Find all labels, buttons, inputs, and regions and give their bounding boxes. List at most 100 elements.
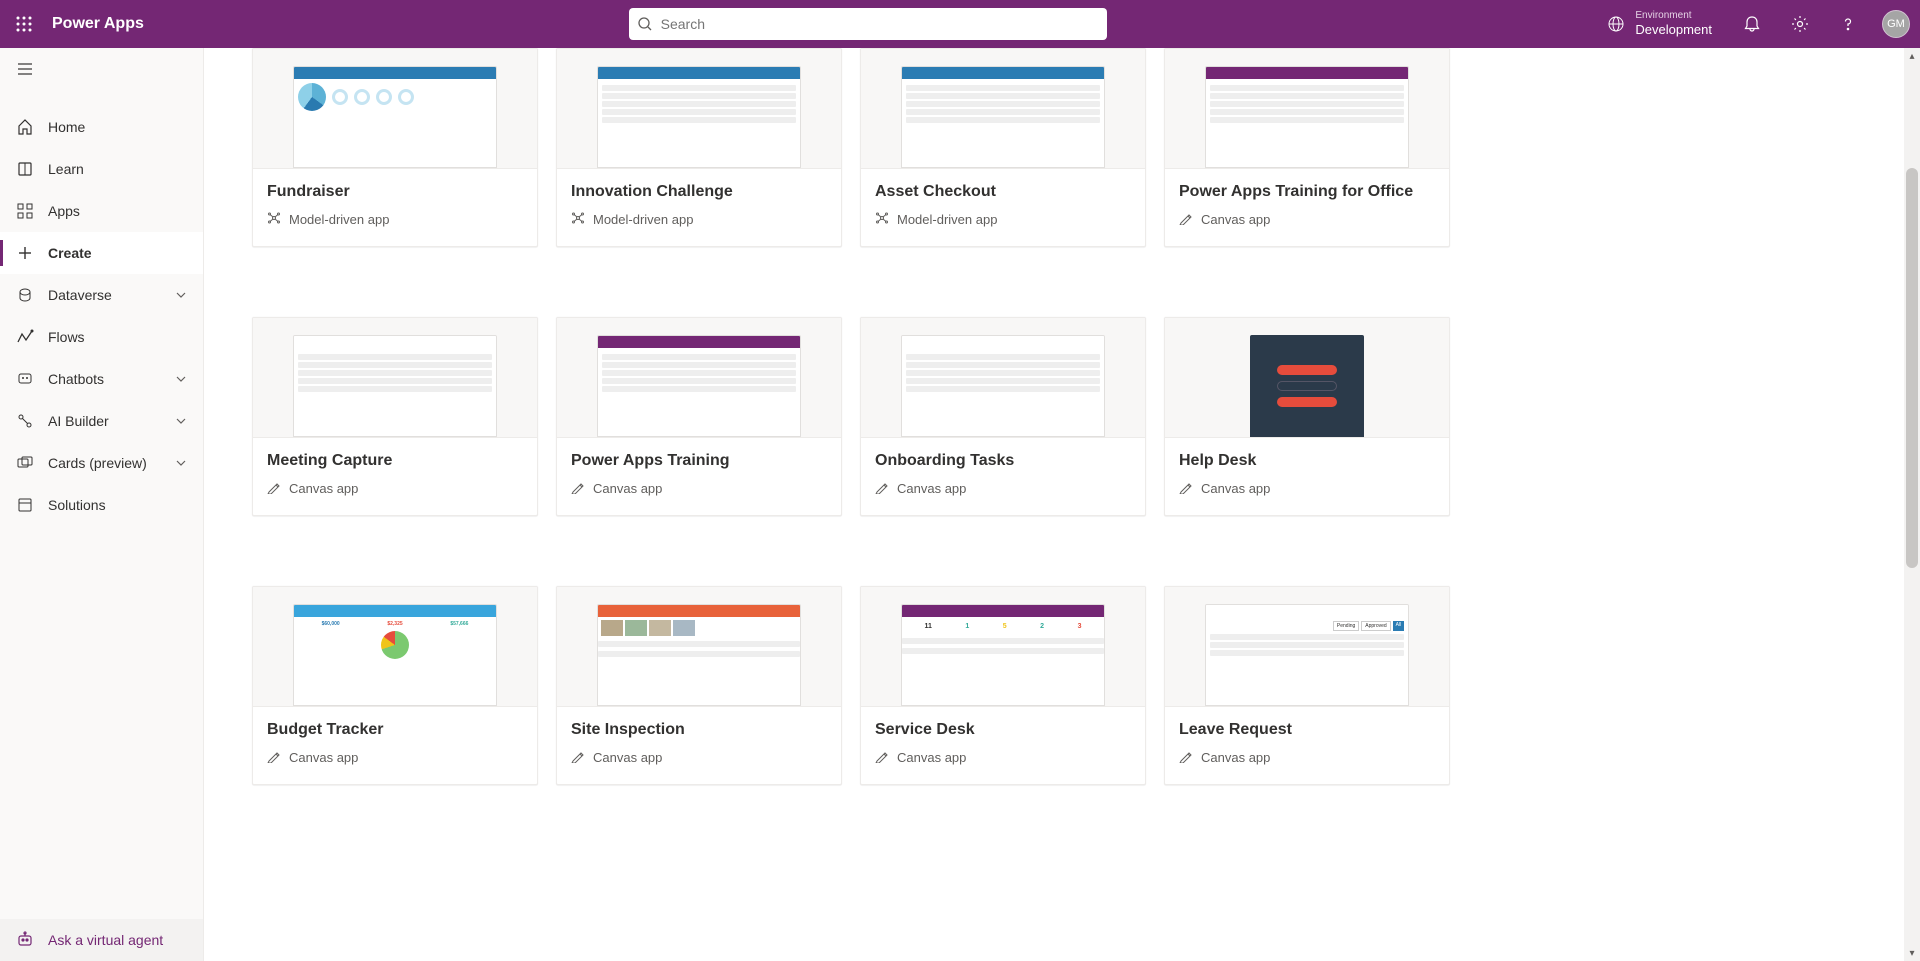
template-thumbnail (861, 318, 1145, 438)
template-card[interactable]: Meeting CaptureCanvas app (252, 317, 538, 516)
chatbot-icon (16, 370, 34, 388)
ask-agent-label: Ask a virtual agent (48, 932, 163, 948)
template-type: Canvas app (571, 749, 827, 766)
template-thumbnail (1165, 318, 1449, 438)
pencil-icon (267, 749, 281, 766)
template-title: Asset Checkout (875, 183, 1131, 201)
template-thumbnail (557, 49, 841, 169)
pencil-icon (267, 480, 281, 497)
vertical-scrollbar[interactable]: ▴ ▾ (1904, 48, 1920, 961)
environment-icon (1607, 15, 1625, 33)
environment-name: Development (1635, 22, 1712, 38)
flow-icon (16, 328, 34, 346)
chevron-down-icon (175, 289, 187, 301)
app-launcher-button[interactable] (0, 0, 48, 48)
template-card[interactable]: Innovation Challenge Model-driven app (556, 48, 842, 247)
nav-label: Chatbots (48, 371, 161, 387)
account-button[interactable]: GM (1872, 0, 1920, 48)
template-type-label: Model-driven app (593, 212, 693, 227)
sidebar-toggle[interactable] (0, 48, 203, 90)
template-title: Onboarding Tasks (875, 452, 1131, 470)
search-input[interactable] (653, 16, 1099, 32)
avatar: GM (1882, 10, 1910, 38)
template-title: Power Apps Training (571, 452, 827, 470)
sidebar-item-solutions[interactable]: Solutions (0, 484, 203, 526)
nav-label: Flows (48, 329, 187, 345)
sidebar-item-flows[interactable]: Flows (0, 316, 203, 358)
template-type: Canvas app (1179, 480, 1435, 497)
nav-label: Solutions (48, 497, 187, 513)
template-thumbnail (253, 318, 537, 438)
template-thumbnail (1165, 49, 1449, 169)
template-card[interactable]: $60,000$2,325$57,666Budget TrackerCanvas… (252, 586, 538, 785)
gear-icon (1791, 15, 1809, 33)
solutions-icon (16, 496, 34, 514)
waffle-icon (16, 16, 32, 32)
sidebar: Home Learn Apps CreateDataverse Flows Chatbot… (0, 48, 204, 961)
environment-label: Environment (1635, 10, 1712, 22)
search-icon (637, 16, 653, 32)
template-title: Budget Tracker (267, 721, 523, 739)
help-icon (1839, 15, 1857, 33)
template-card[interactable]: Site Inspection Canvas app (556, 586, 842, 785)
sidebar-item-chatbots[interactable]: Chatbots (0, 358, 203, 400)
template-type-label: Canvas app (1201, 481, 1270, 496)
template-card[interactable]: 111523Service DeskCanvas app (860, 586, 1146, 785)
settings-button[interactable] (1776, 0, 1824, 48)
template-card[interactable]: PendingApprovedAll Leave Request Canvas ap… (1164, 586, 1450, 785)
template-type: Canvas app (267, 480, 523, 497)
sidebar-item-ai-builder[interactable]: AI Builder (0, 400, 203, 442)
template-type: Canvas app (1179, 749, 1435, 766)
sidebar-item-apps[interactable]: Apps (0, 190, 203, 232)
template-card[interactable]: Asset CheckoutModel-driven app (860, 48, 1146, 247)
hamburger-icon (16, 60, 34, 78)
template-title: Leave Request (1179, 721, 1435, 739)
template-card[interactable]: FundraiserModel-driven app (252, 48, 538, 247)
template-card[interactable]: Onboarding TasksCanvas app (860, 317, 1146, 516)
nav-label: Cards (preview) (48, 455, 161, 471)
scroll-thumb[interactable] (1906, 168, 1918, 568)
template-card[interactable]: Power Apps Training Canvas app (556, 317, 842, 516)
template-type-label: Canvas app (1201, 212, 1270, 227)
pencil-icon (1179, 749, 1193, 766)
search-box[interactable] (629, 8, 1107, 40)
scroll-up-arrow[interactable]: ▴ (1904, 48, 1920, 64)
sidebar-item-learn[interactable]: Learn (0, 148, 203, 190)
pencil-icon (875, 480, 889, 497)
template-thumbnail: PendingApprovedAll (1165, 587, 1449, 707)
model-icon (267, 211, 281, 228)
pencil-icon (571, 480, 585, 497)
environment-picker[interactable]: Environment Development (1591, 10, 1728, 38)
model-icon (571, 211, 585, 228)
sidebar-item-home[interactable]: Home (0, 106, 203, 148)
book-icon (16, 160, 34, 178)
template-card[interactable]: Help DeskCanvas app (1164, 317, 1450, 516)
template-type-label: Canvas app (593, 750, 662, 765)
template-type: Canvas app (875, 749, 1131, 766)
sidebar-item-cards-preview-[interactable]: Cards (preview) (0, 442, 203, 484)
template-title: Innovation Challenge (571, 183, 827, 201)
sidebar-item-dataverse[interactable]: Dataverse (0, 274, 203, 316)
main-content[interactable]: FundraiserModel-driven appInnovation Cha… (204, 48, 1904, 961)
app-header: Power Apps Environment Development GM (0, 0, 1920, 48)
nav-label: Learn (48, 161, 187, 177)
bell-icon (1743, 15, 1761, 33)
template-thumbnail: $60,000$2,325$57,666 (253, 587, 537, 707)
template-type-label: Canvas app (593, 481, 662, 496)
notifications-button[interactable] (1728, 0, 1776, 48)
home-icon (16, 118, 34, 136)
nav-label: Apps (48, 203, 187, 219)
ask-virtual-agent[interactable]: Ask a virtual agent (0, 919, 179, 961)
template-card[interactable]: Power Apps Training for OfficeCanvas app (1164, 48, 1450, 247)
template-thumbnail (253, 49, 537, 169)
template-title: Service Desk (875, 721, 1131, 739)
help-button[interactable] (1824, 0, 1872, 48)
template-thumbnail (557, 318, 841, 438)
pencil-icon (1179, 480, 1193, 497)
template-title: Site Inspection (571, 721, 827, 739)
template-type: Model-driven app (267, 211, 523, 228)
scroll-down-arrow[interactable]: ▾ (1904, 945, 1920, 961)
grid-icon (16, 202, 34, 220)
bot-icon (16, 931, 34, 949)
sidebar-item-create[interactable]: Create (0, 232, 203, 274)
